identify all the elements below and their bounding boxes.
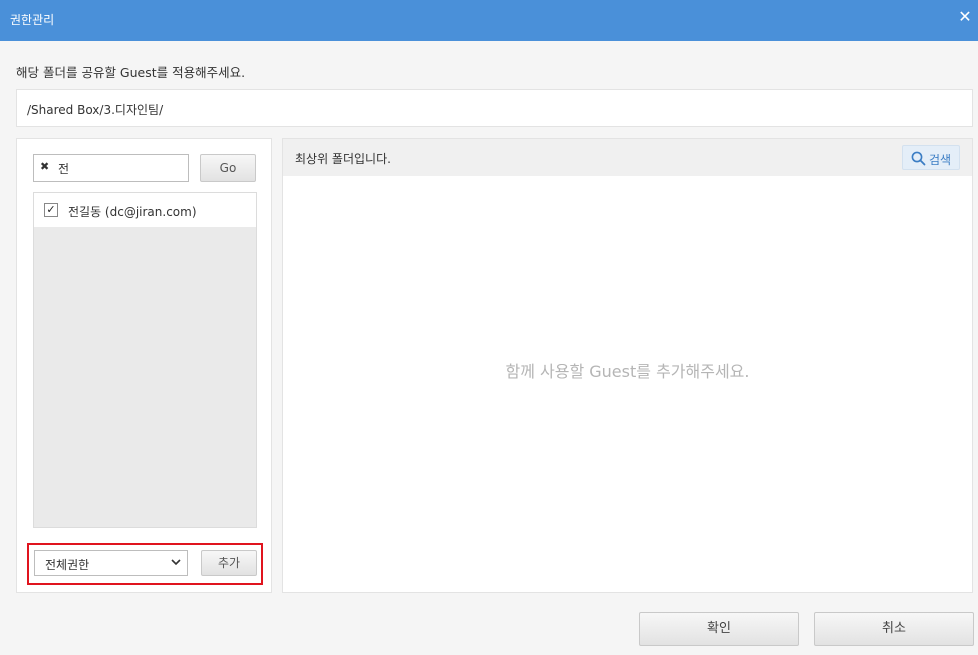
close-icon[interactable]: ✕ bbox=[956, 8, 974, 26]
search-button-label: 검색 bbox=[929, 153, 952, 167]
cancel-button[interactable]: 취소 bbox=[814, 612, 974, 646]
title-bar: 권한관리 ✕ bbox=[0, 0, 978, 41]
chevron-down-icon bbox=[171, 559, 181, 566]
guest-list: ✓ 전길동 (dc@jiran.com) bbox=[33, 192, 257, 528]
list-item[interactable]: ✓ 전길동 (dc@jiran.com) bbox=[34, 193, 256, 227]
shared-guests-panel: 최상위 폴더입니다. 검색 함께 사용할 Guest를 추가해주세요. bbox=[282, 138, 973, 593]
instruction-text: 해당 폴더를 공유할 Guest를 적용해주세요. bbox=[16, 65, 246, 80]
permission-selected: 전체권한 bbox=[45, 558, 90, 572]
permission-controls: 전체권한 추가 bbox=[27, 543, 263, 585]
search-icon bbox=[911, 151, 926, 166]
folder-path-box: /Shared Box/3.디자인팀/ bbox=[16, 89, 973, 127]
guest-search-field: ✖ bbox=[33, 154, 189, 182]
search-button[interactable]: 검색 bbox=[902, 145, 960, 170]
window-title: 권한관리 bbox=[10, 13, 55, 27]
confirm-button[interactable]: 확인 bbox=[639, 612, 799, 646]
checkbox-checked[interactable]: ✓ bbox=[44, 203, 58, 217]
empty-message: 함께 사용할 Guest를 추가해주세요. bbox=[505, 362, 750, 381]
clear-icon[interactable]: ✖ bbox=[40, 160, 49, 173]
panel-header: 최상위 폴더입니다. 검색 bbox=[283, 139, 972, 176]
panel-header-text: 최상위 폴더입니다. bbox=[295, 152, 391, 166]
folder-path: /Shared Box/3.디자인팀/ bbox=[27, 103, 164, 117]
go-button[interactable]: Go bbox=[200, 154, 256, 182]
guest-label: 전길동 (dc@jiran.com) bbox=[68, 205, 197, 219]
guest-search-panel: ✖ Go ✓ 전길동 (dc@jiran.com) 전체권한 추가 bbox=[16, 138, 272, 593]
guest-search-input[interactable] bbox=[58, 158, 182, 178]
permission-select[interactable]: 전체권한 bbox=[34, 550, 188, 576]
add-button[interactable]: 추가 bbox=[201, 550, 257, 576]
